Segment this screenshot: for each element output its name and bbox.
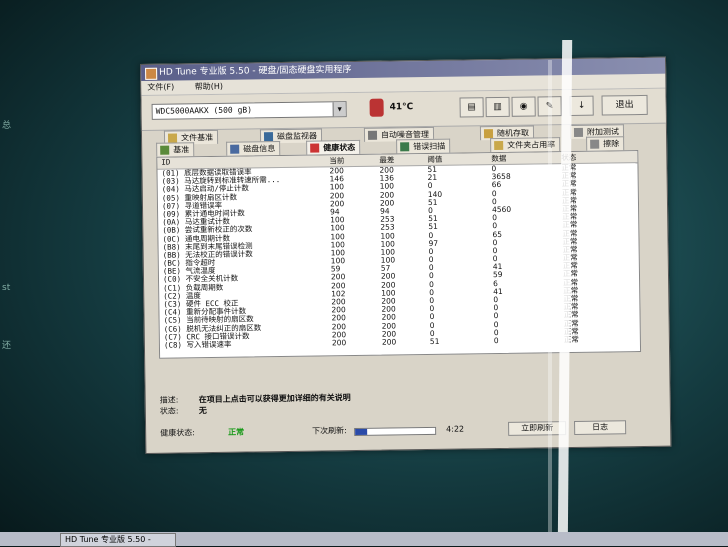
app-icon bbox=[145, 67, 158, 80]
cell-worst: 200 bbox=[381, 337, 397, 347]
copy-icon[interactable]: ▤ bbox=[459, 97, 484, 118]
col-header-id[interactable]: ID bbox=[161, 158, 170, 167]
random-icon bbox=[483, 129, 494, 139]
description-label: 描述: bbox=[159, 395, 179, 405]
tab-error-scan[interactable]: 错误扫描 bbox=[396, 138, 451, 154]
disk-icon bbox=[230, 144, 240, 154]
log-button[interactable]: 日志 bbox=[574, 420, 627, 435]
tab-benchmark[interactable]: 基准 bbox=[156, 142, 195, 157]
col-header-threshold[interactable]: 阈值 bbox=[427, 154, 442, 165]
benchmark-icon bbox=[160, 145, 170, 155]
chevron-down-icon[interactable]: ▼ bbox=[332, 102, 346, 117]
menu-file[interactable]: 文件(F) bbox=[147, 83, 174, 92]
cell-data: 0 bbox=[493, 335, 499, 346]
taskbar: HD Tune 专业版 5.50 - bbox=[0, 532, 728, 547]
status-label: 状态: bbox=[159, 406, 179, 416]
camera-icon[interactable]: ◉ bbox=[511, 96, 536, 117]
cell-id: (C8) 写入错误速率 bbox=[163, 339, 232, 350]
drive-select-value: WDC5000AAKX (500 gB) bbox=[155, 105, 253, 116]
hdtune-window: HD Tune 专业版 5.50 - 硬盘/固态硬盘实用程序 文件(F) 帮助(… bbox=[140, 56, 672, 454]
col-header-data[interactable]: 数据 bbox=[491, 153, 506, 164]
col-header-worst[interactable]: 最差 bbox=[379, 154, 394, 165]
description-panel: 描述: 在项目上点击可以获得更加详细的有关说明 状态: 无 bbox=[160, 392, 351, 417]
health-icon bbox=[310, 143, 320, 153]
exit-button[interactable]: 退出 bbox=[601, 94, 648, 116]
folder-icon bbox=[494, 140, 504, 151]
screen-glare bbox=[548, 60, 552, 540]
status-value: 无 bbox=[198, 406, 207, 416]
erase-icon bbox=[590, 139, 600, 149]
extra-icon bbox=[573, 127, 584, 137]
taskbar-item-hdtune[interactable]: HD Tune 专业版 5.50 - bbox=[60, 533, 176, 547]
file-icon bbox=[167, 133, 178, 143]
refresh-now-button[interactable]: 立即刷新 bbox=[508, 421, 567, 436]
menu-help[interactable]: 帮助(H) bbox=[195, 82, 223, 91]
refresh-time: 4:22 bbox=[446, 424, 465, 434]
window-title: HD Tune 专业版 5.50 - 硬盘/固态硬盘实用程序 bbox=[159, 65, 352, 78]
desktop-label: 还 bbox=[2, 341, 12, 351]
refresh-progress-fill bbox=[355, 428, 368, 436]
status-bar: 健康状态: 正常 下次刷新: 4:22 立即刷新 日志 bbox=[160, 420, 650, 441]
desktop-label: 总 bbox=[2, 121, 12, 131]
desktop-label: st bbox=[2, 283, 11, 293]
scan-icon bbox=[400, 142, 410, 152]
health-value: 正常 bbox=[228, 427, 245, 437]
drive-select[interactable]: WDC5000AAKX (500 gB) ▼ bbox=[151, 101, 347, 120]
cell-threshold: 51 bbox=[429, 336, 440, 346]
tab-erase[interactable]: 擦除 bbox=[586, 136, 625, 151]
monitor-icon bbox=[263, 132, 274, 142]
health-label: 健康状态: bbox=[160, 428, 195, 438]
col-header-current[interactable]: 当前 bbox=[329, 155, 344, 166]
tab-disk-info[interactable]: 磁盘信息 bbox=[226, 141, 281, 156]
cell-current: 200 bbox=[331, 338, 347, 348]
description-value: 在项目上点击可以获得更加详细的有关说明 bbox=[198, 393, 351, 405]
speaker-icon bbox=[367, 130, 378, 140]
next-refresh-label: 下次刷新: bbox=[312, 426, 347, 436]
tab-health[interactable]: 健康状态 bbox=[306, 139, 361, 155]
refresh-progress-bar bbox=[354, 426, 437, 437]
temperature-value: 41°C bbox=[389, 102, 414, 113]
download-icon[interactable]: ↓ bbox=[569, 95, 594, 117]
thermometer-icon bbox=[369, 98, 384, 117]
copy-info-icon[interactable]: ▥ bbox=[485, 96, 510, 118]
